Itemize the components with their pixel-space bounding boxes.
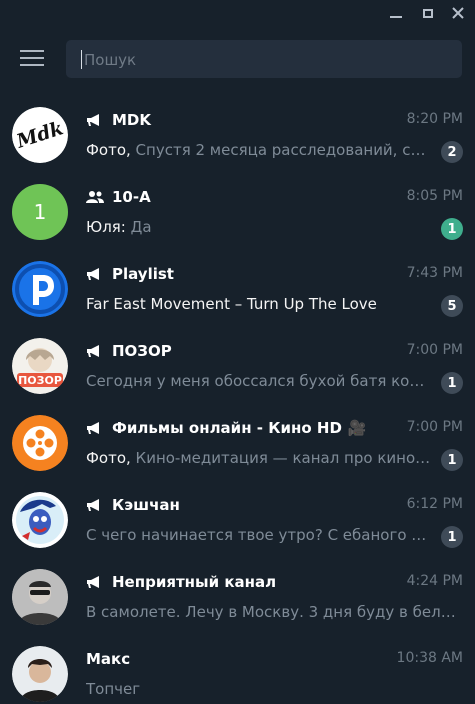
- minimize-button[interactable]: [386, 3, 406, 23]
- chat-name: Playlist: [112, 265, 174, 283]
- chat-title-row: Фильмы онлайн - Кино HD 🎥: [86, 418, 367, 438]
- chat-item-films-online[interactable]: Фильмы онлайн - Кино HD 🎥 7:00 PM Фото, …: [0, 404, 475, 481]
- chat-title-row: 10-А: [86, 187, 151, 207]
- chat-item-pozor[interactable]: ПОЗОР ПОЗОР 7:00 PM Сегодня у меня обосс…: [0, 327, 475, 404]
- chat-preview: Фото, Спустя 2 месяца расследований, суд…: [86, 141, 431, 159]
- chat-time: 10:38 AM: [396, 650, 463, 666]
- chat-title-row: Неприятный канал: [86, 572, 276, 592]
- header: [0, 26, 475, 96]
- chat-preview: Топчег: [86, 680, 431, 698]
- chat-item-playlist[interactable]: Playlist 7:43 PM Far East Movement – Tur…: [0, 250, 475, 327]
- chat-preview: С чего начинается твое утро? С ебаного о…: [86, 526, 431, 544]
- avatar: [12, 492, 68, 548]
- preview-text: С чего начинается твое утро? С ебаного о…: [86, 526, 431, 544]
- hamburger-icon-line: [20, 57, 44, 59]
- media-label: Фото,: [86, 449, 136, 467]
- chat-title-row: ПОЗОР: [86, 341, 172, 361]
- chat-name: MDK: [112, 111, 152, 129]
- maximize-icon: [423, 8, 433, 18]
- chat-name: Кэшчан: [112, 496, 180, 514]
- chat-title-row: MDK: [86, 110, 151, 130]
- chat-name: ПОЗОР: [112, 342, 172, 360]
- chat-time: 7:00 PM: [406, 342, 463, 358]
- movie-camera-emoji: 🎥: [347, 419, 367, 437]
- chat-title-row: Кэшчан: [86, 495, 180, 515]
- megaphone-icon: [87, 576, 99, 588]
- mdk-logo-icon: Mdk: [12, 107, 68, 163]
- hamburger-icon-line: [20, 64, 44, 66]
- chat-time: 8:05 PM: [406, 188, 463, 204]
- chat-item-unpleasant-channel[interactable]: Неприятный канал 4:24 PM В самолете. Леч…: [0, 558, 475, 635]
- sender-name: Юля:: [86, 218, 131, 236]
- text-caret: [81, 50, 82, 69]
- chat-time: 7:00 PM: [406, 419, 463, 435]
- chat-title-row: Playlist: [86, 264, 174, 284]
- preview-text: Спустя 2 месяца расследований, суд…: [135, 141, 431, 159]
- chat-item-cashchan[interactable]: Кэшчан 6:12 PM С чего начинается твое ут…: [0, 481, 475, 558]
- avatar: [12, 646, 68, 702]
- chat-title-row: Макс: [86, 649, 130, 669]
- film-reel-logo-icon: [12, 415, 68, 471]
- preview-text: Кино-медитация — канал про кино и…: [135, 449, 431, 467]
- unread-badge: 2: [441, 141, 463, 163]
- messenger-window: Mdk MDK 8:20 PM Фото, Спустя 2 месяца ра…: [0, 0, 475, 704]
- close-icon: [452, 7, 464, 19]
- preview-text: Да: [130, 218, 152, 236]
- chat-time: 6:12 PM: [406, 496, 463, 512]
- avatar: [12, 415, 68, 471]
- svg-text:ПОЗОР: ПОЗОР: [18, 374, 62, 387]
- avatar: Mdk: [12, 107, 68, 163]
- preview-text: Far East Movement – Turn Up The Love: [86, 295, 377, 313]
- maximize-button[interactable]: [418, 3, 438, 23]
- chat-name: Фильмы онлайн - Кино HD: [112, 419, 342, 437]
- pozor-logo-icon: ПОЗОР: [12, 338, 68, 394]
- playlist-logo-icon: [12, 261, 68, 317]
- avatar: 1: [12, 184, 68, 240]
- chat-item-mdk[interactable]: Mdk MDK 8:20 PM Фото, Спустя 2 месяца ра…: [0, 96, 475, 173]
- megaphone-icon: [87, 268, 99, 280]
- group-icon: [86, 191, 104, 203]
- avatar: [12, 261, 68, 317]
- chat-preview: Far East Movement – Turn Up The Love: [86, 295, 431, 313]
- search-box: [66, 40, 466, 80]
- chat-item-maks[interactable]: Макс 10:38 AM Топчег: [0, 635, 475, 704]
- megaphone-icon: [87, 422, 99, 434]
- chat-name: 10-А: [112, 188, 151, 206]
- menu-button[interactable]: [20, 50, 46, 70]
- preview-text: Топчег: [86, 680, 141, 698]
- megaphone-icon: [87, 499, 99, 511]
- unread-badge: 1: [441, 449, 463, 471]
- avatar: ПОЗОР: [12, 338, 68, 394]
- unread-badge: 1: [441, 372, 463, 394]
- chat-preview: Фото, Кино-медитация — канал про кино и…: [86, 449, 431, 467]
- chat-name: Макс: [86, 650, 131, 668]
- minimize-icon: [390, 16, 402, 18]
- unread-badge: 5: [441, 295, 463, 317]
- unread-badge: 1: [441, 218, 463, 240]
- chat-item-10a[interactable]: 1 10-А 8:05 PM Юля: Да 1: [0, 173, 475, 250]
- avatar-letter: 1: [33, 200, 47, 224]
- chat-time: 4:24 PM: [406, 573, 463, 589]
- chat-preview: Юля: Да: [86, 218, 431, 236]
- person-photo-icon: [12, 646, 68, 702]
- close-button[interactable]: [448, 3, 468, 23]
- cashchan-logo-icon: [12, 492, 68, 548]
- megaphone-icon: [87, 114, 99, 126]
- title-bar: [0, 0, 475, 26]
- chat-preview: В самолете. Лечу в Москву. 3 дня буду в …: [86, 603, 464, 621]
- person-photo-icon: [12, 569, 68, 625]
- media-label: Фото,: [86, 141, 136, 159]
- hamburger-icon-line: [20, 50, 44, 52]
- unread-badge: 1: [441, 526, 463, 548]
- preview-text: Сегодня у меня обоссался бухой батя когд…: [86, 372, 431, 390]
- chat-preview: Сегодня у меня обоссался бухой батя когд…: [86, 372, 431, 390]
- chat-name: Неприятный канал: [112, 573, 277, 591]
- avatar: [12, 569, 68, 625]
- chat-time: 7:43 PM: [406, 265, 463, 281]
- chat-time: 8:20 PM: [406, 111, 463, 127]
- megaphone-icon: [87, 345, 99, 357]
- preview-text: В самолете. Лечу в Москву. 3 дня буду в …: [86, 603, 464, 621]
- search-input[interactable]: [82, 40, 466, 80]
